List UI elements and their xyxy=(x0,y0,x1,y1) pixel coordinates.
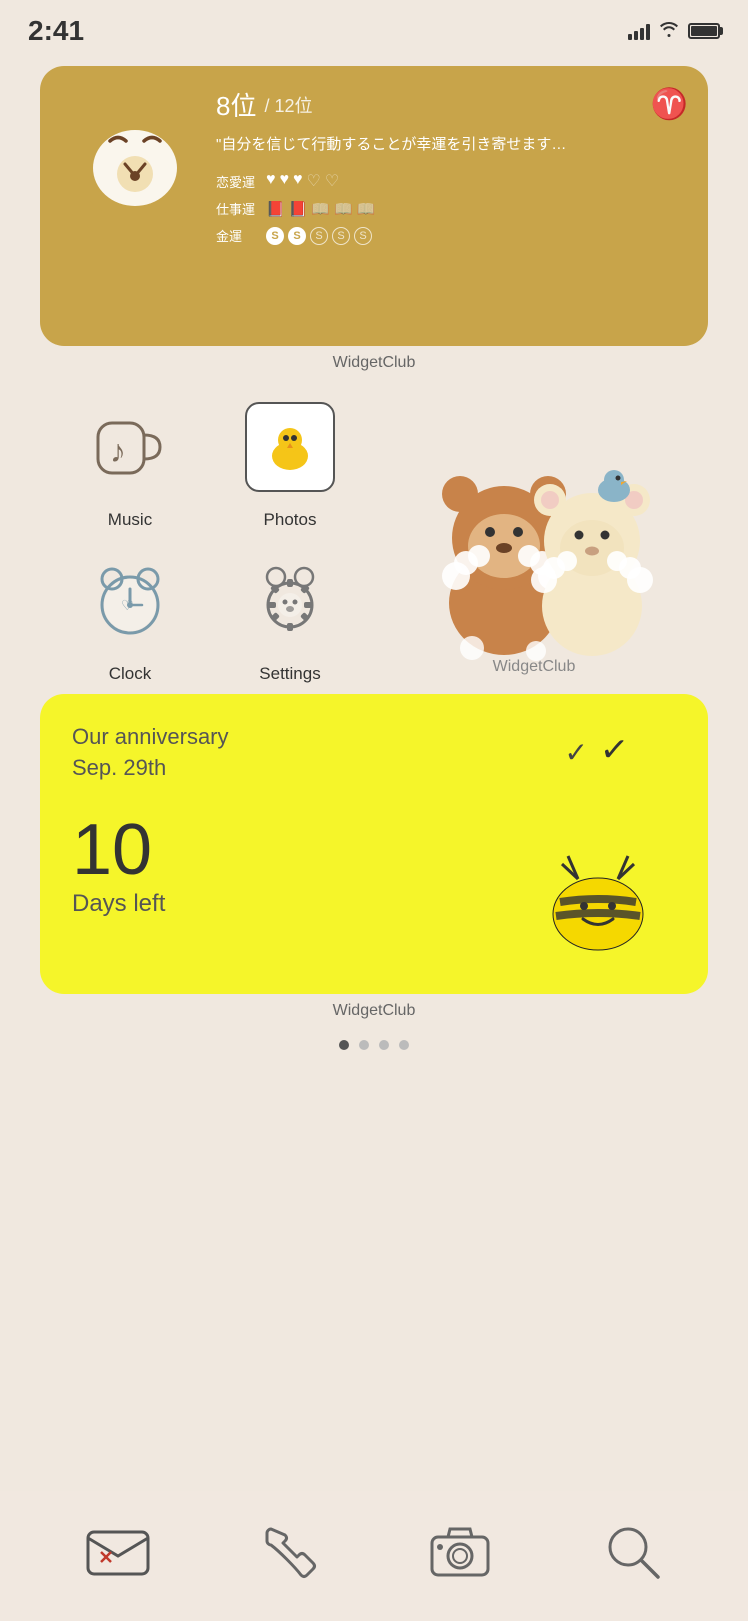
fortune-work-row: 仕事運 📕 📕 📖 📖 📖 xyxy=(216,199,688,218)
fortune-love-row: 恋愛運 ♥ ♥ ♥ ♡ ♡ xyxy=(216,171,688,191)
dock-search[interactable] xyxy=(600,1519,665,1584)
music-icon: ♪ xyxy=(90,407,170,487)
fortune-widget[interactable]: 8位 / 12位 ♈ "自分を信じて行動することが幸運を引き寄せます… 恋愛運 … xyxy=(40,66,708,346)
love-label: 恋愛運 xyxy=(216,172,260,191)
fortune-content: 8位 / 12位 ♈ "自分を信じて行動することが幸運を引き寄せます… 恋愛運 … xyxy=(216,86,688,326)
clock-icon: ♡ xyxy=(90,561,170,641)
clock-icon-wrap: ♡ xyxy=(75,546,185,656)
dock-phone[interactable] xyxy=(259,1521,319,1581)
money-label: 金運 xyxy=(216,226,260,245)
photos-label: Photos xyxy=(264,510,317,530)
page-dot-1[interactable] xyxy=(339,1040,349,1050)
settings-label: Settings xyxy=(259,664,320,684)
bee-illustration xyxy=(518,834,678,954)
dock-mail[interactable] xyxy=(83,1524,153,1579)
work-icons: 📕 📕 📖 📖 📖 xyxy=(266,200,375,218)
app-settings[interactable]: Settings xyxy=(210,546,370,684)
music-label: Music xyxy=(108,510,152,530)
rilakkuma-illustration xyxy=(414,448,654,668)
dock-camera[interactable] xyxy=(426,1521,494,1581)
anniversary-widget-label: WidgetClub xyxy=(0,1002,748,1020)
status-bar: 2:41 xyxy=(0,0,748,50)
photos-icon-wrap xyxy=(235,392,345,502)
photos-icon xyxy=(245,402,335,492)
battery-icon xyxy=(688,23,720,39)
love-icons: ♥ ♥ ♥ ♡ ♡ xyxy=(266,171,339,191)
clock-label: Clock xyxy=(109,664,152,684)
svg-text:♪: ♪ xyxy=(110,433,126,469)
anniversary-widget[interactable]: Our anniversary Sep. 29th ✓ ✓ 10 Days le… xyxy=(40,694,708,994)
phone-icon xyxy=(259,1521,319,1581)
page-dot-4[interactable] xyxy=(399,1040,409,1050)
app-grid: ♪ Music Photos xyxy=(50,392,698,684)
camera-icon xyxy=(426,1521,494,1581)
search-icon xyxy=(600,1519,665,1584)
settings-icon xyxy=(250,561,330,641)
fortune-widget-label: WidgetClub xyxy=(0,354,748,372)
page-dot-3[interactable] xyxy=(379,1040,389,1050)
status-icons xyxy=(628,21,720,42)
money-icons: S S S S S xyxy=(266,227,372,245)
checkmark-icon: ✓ xyxy=(598,729,630,771)
page-dot-2[interactable] xyxy=(359,1040,369,1050)
settings-icon-wrap xyxy=(235,546,345,656)
fortune-rank: 8位 / 12位 ♈ xyxy=(216,86,688,123)
widgetclub-app-label: WidgetClub xyxy=(493,658,576,676)
status-time: 2:41 xyxy=(28,15,84,47)
music-icon-wrap: ♪ xyxy=(75,392,185,502)
fortune-quote: "自分を信じて行動することが幸運を引き寄せます… xyxy=(216,133,688,157)
work-label: 仕事運 xyxy=(216,199,260,218)
wifi-icon xyxy=(658,21,680,42)
mail-icon xyxy=(83,1524,153,1579)
app-photos[interactable]: Photos xyxy=(210,392,370,530)
app-clock[interactable]: ♡ Clock xyxy=(50,546,210,684)
bear-illustration xyxy=(60,86,200,226)
fortune-money-row: 金運 S S S S S xyxy=(216,226,688,245)
signal-icon xyxy=(628,22,650,40)
page-dots xyxy=(0,1040,748,1050)
widgetclub-sticker: WidgetClub xyxy=(370,392,698,684)
v-check-icon: ✓ xyxy=(565,736,588,769)
aries-symbol: ♈ xyxy=(651,87,688,122)
app-music[interactable]: ♪ Music xyxy=(50,392,210,530)
dock xyxy=(0,1491,748,1621)
svg-text:♡: ♡ xyxy=(121,597,134,613)
